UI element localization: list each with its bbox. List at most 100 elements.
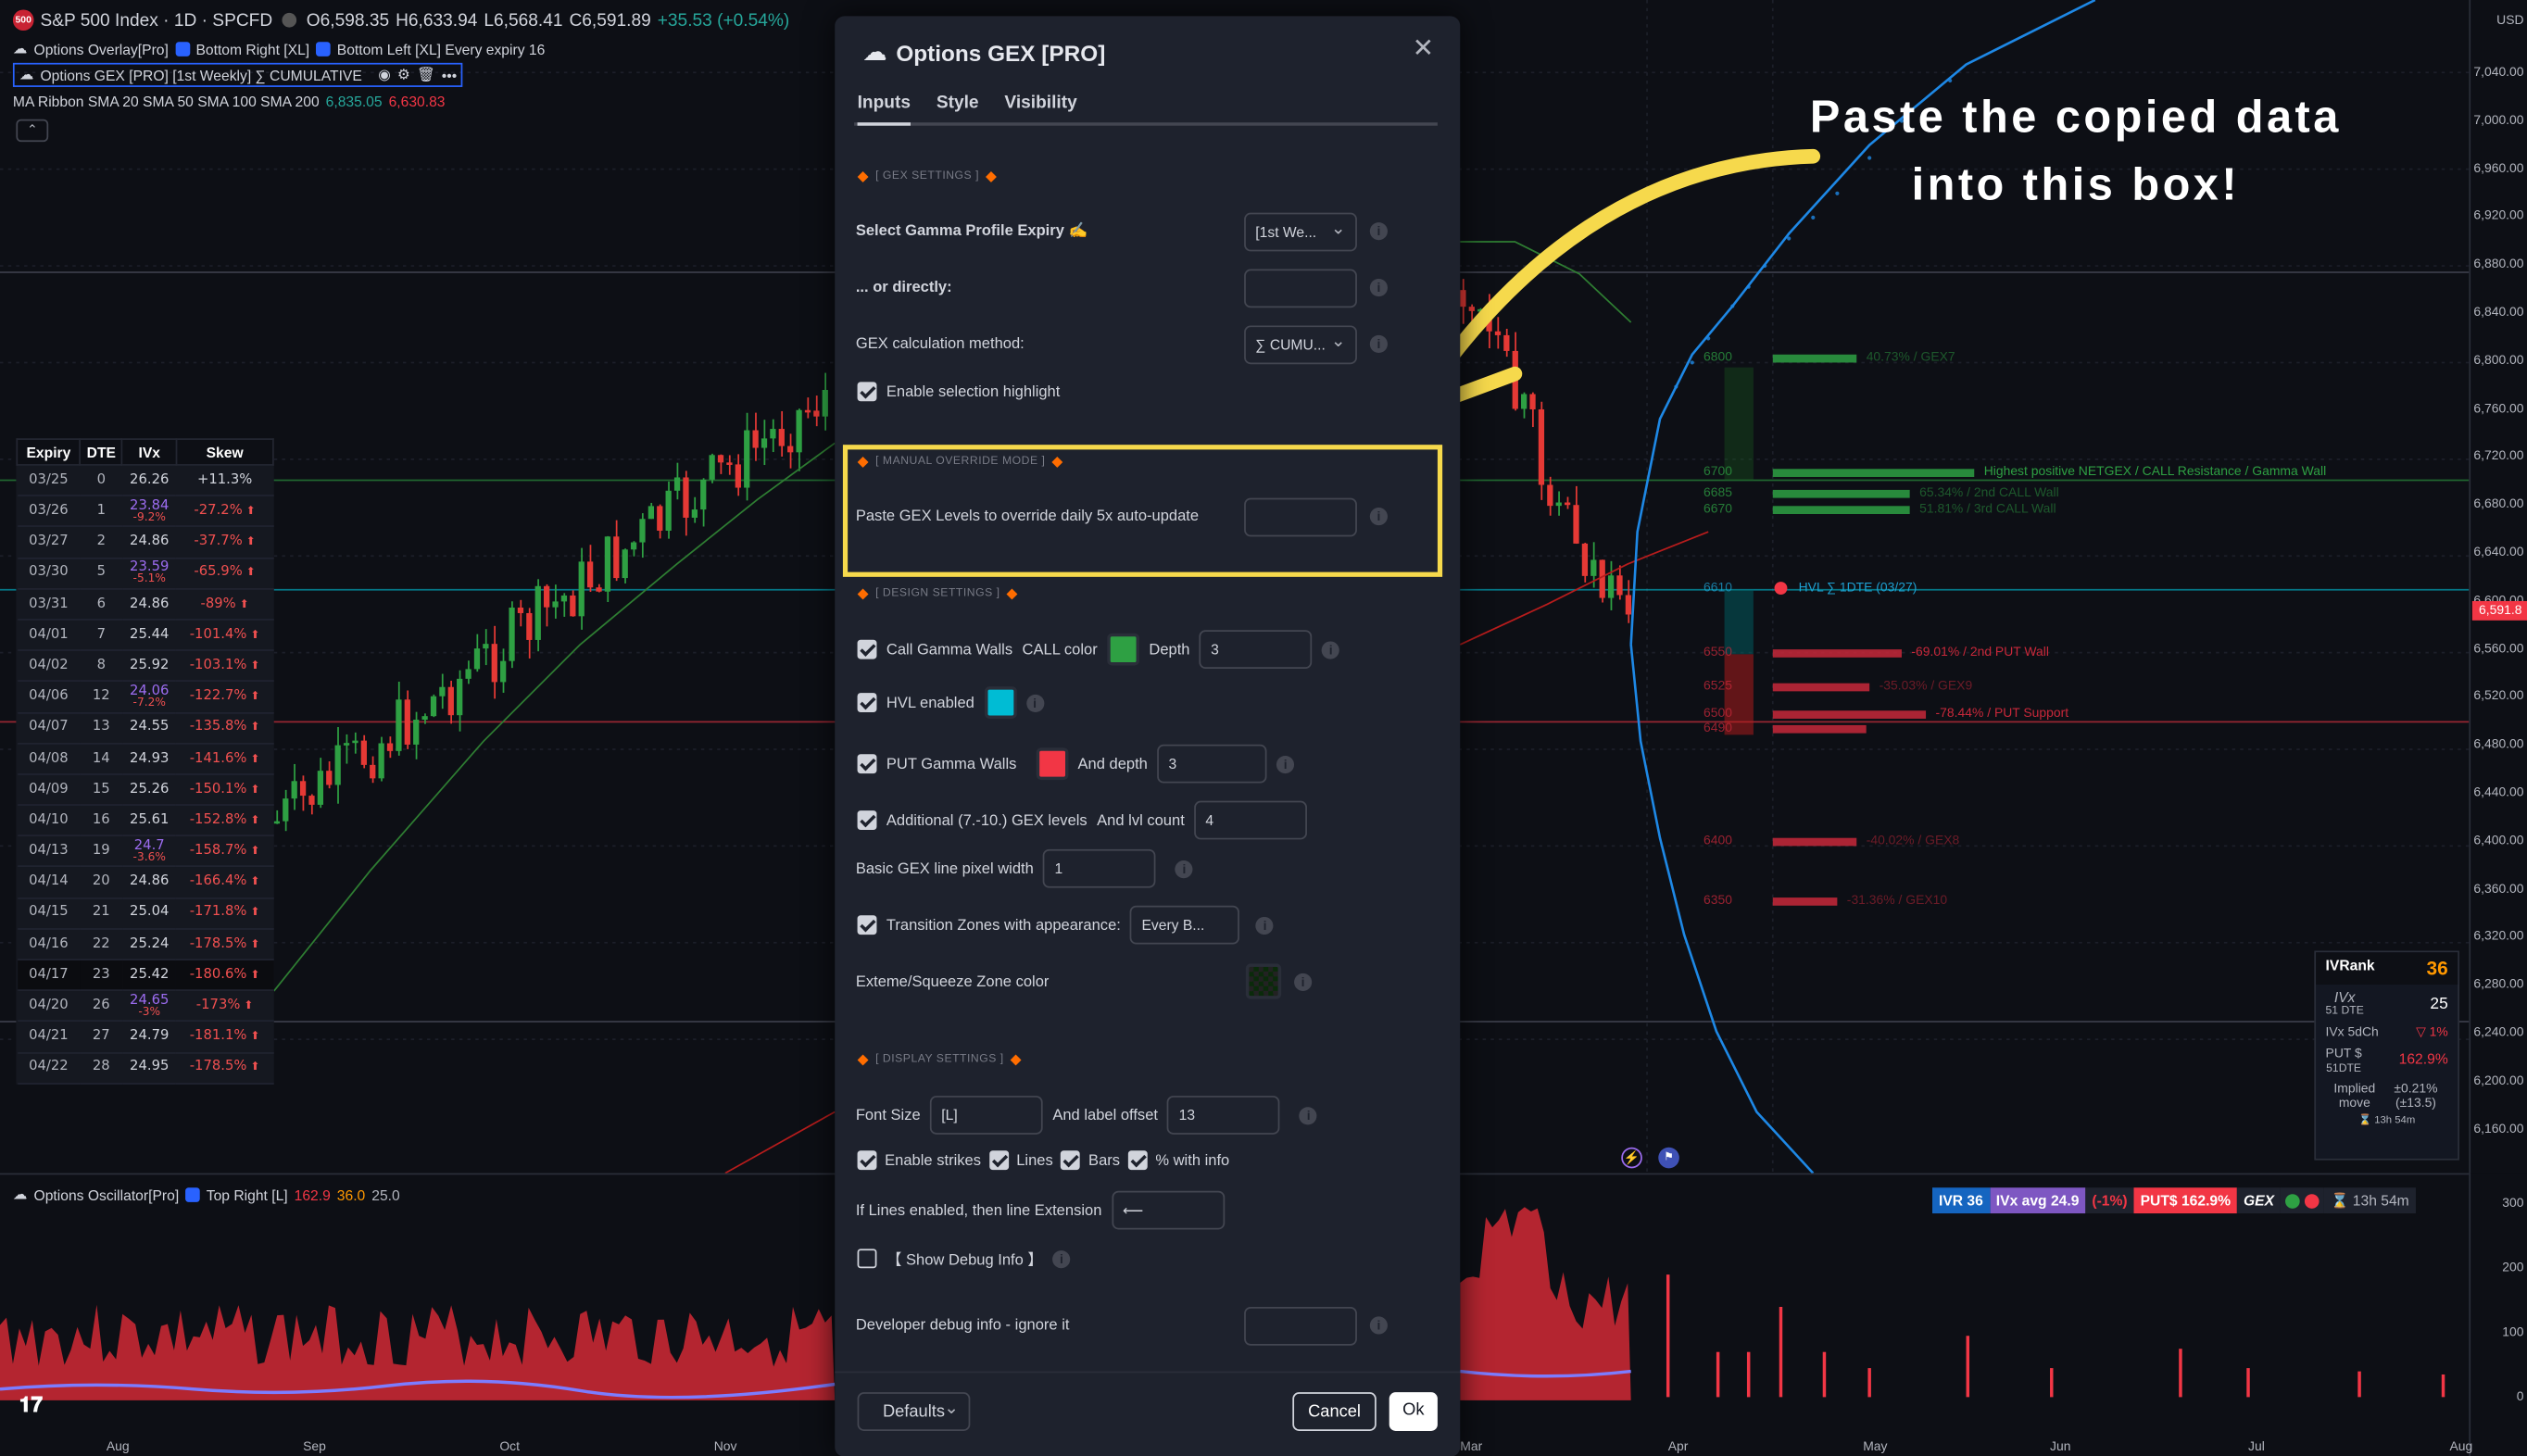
font-size-select[interactable]: [L] xyxy=(930,1096,1043,1135)
call-walls-row[interactable]: Call Gamma Walls CALL color Depth 3 i xyxy=(857,630,1340,670)
enable-highlight-checkbox[interactable] xyxy=(857,382,877,402)
pct-info-checkbox[interactable] xyxy=(1127,1150,1148,1171)
time-badge: ⌛ 13h 54m xyxy=(2323,1187,2416,1214)
transition-select[interactable]: Every B... xyxy=(1130,905,1240,945)
tab-visibility[interactable]: Visibility xyxy=(1004,90,1076,125)
info-icon[interactable]: i xyxy=(1294,973,1313,991)
gex-level-text: -78.44% / PUT Support xyxy=(1935,706,2069,721)
skew-arrow-icon: ⬆ xyxy=(246,721,260,734)
ivx-value: 24.86 xyxy=(130,533,170,550)
tab-inputs[interactable]: Inputs xyxy=(857,90,911,126)
candle-body xyxy=(1599,559,1605,598)
oscillator-axis[interactable]: 300 200 100 0 xyxy=(2469,1173,2527,1456)
skew-cell: -166.4% ⬆ xyxy=(176,866,273,899)
enable-strikes-checkbox[interactable] xyxy=(857,1150,877,1171)
candle-body xyxy=(796,409,802,453)
calc-method-select[interactable]: ∑ CUMU... xyxy=(1244,324,1357,365)
info-icon[interactable]: i xyxy=(1175,860,1194,878)
candle-body xyxy=(291,781,297,799)
overlay-name[interactable]: Options Overlay[Pro] xyxy=(34,41,169,56)
put-color-swatch[interactable] xyxy=(1036,747,1069,781)
additional-levels-row[interactable]: Additional (7.-10.) GEX levels And lvl c… xyxy=(857,800,1308,840)
ma-ribbon-name[interactable]: MA Ribbon SMA 20 SMA 50 SMA 100 SMA 200 xyxy=(13,94,320,109)
eye-icon[interactable] xyxy=(282,12,297,28)
lvl-count-input[interactable]: 4 xyxy=(1194,800,1308,840)
indicator-gex[interactable]: ☁ Options GEX [PRO] [1st Weekly] ∑ CUMUL… xyxy=(12,62,464,87)
put-walls-row[interactable]: PUT Gamma Walls And depth 3 i xyxy=(857,744,1295,784)
info-icon[interactable]: i xyxy=(1025,693,1044,712)
debug-row[interactable]: 【 Show Debug Info 】 i xyxy=(857,1248,1071,1270)
transition-row[interactable]: Transition Zones with appearance: Every … xyxy=(857,905,1275,945)
close-icon[interactable]: ✕ xyxy=(1409,35,1438,64)
ivr-time: ⌛ 13h 54m xyxy=(2358,1114,2416,1127)
put-walls-checkbox[interactable] xyxy=(857,754,877,774)
info-icon[interactable]: i xyxy=(1322,640,1340,659)
hvl-row[interactable]: HVL enabled i xyxy=(857,686,1044,719)
bars-checkbox[interactable] xyxy=(1061,1150,1081,1171)
put-depth-input[interactable]: 3 xyxy=(1157,744,1267,784)
info-icon[interactable]: i xyxy=(1300,1106,1318,1124)
info-icon[interactable]: i xyxy=(1369,222,1388,241)
skew-arrow-icon: ⬆ xyxy=(246,906,260,920)
eye-icon[interactable]: ◉ xyxy=(378,66,391,83)
ivx-cell: 25.24 xyxy=(122,928,177,960)
skew-arrow-icon: ⬆ xyxy=(246,689,260,703)
basic-width-input[interactable]: 1 xyxy=(1043,848,1157,888)
strikes-row[interactable]: Enable strikes Lines Bars % with info xyxy=(857,1150,1229,1171)
transition-checkbox[interactable] xyxy=(857,915,877,935)
table-row: 04/20 26 24.65 -3% -173% ⬆ xyxy=(17,990,273,1023)
info-icon[interactable]: i xyxy=(1369,278,1388,297)
flag-icon[interactable]: ⚑ xyxy=(1658,1147,1679,1169)
info-icon[interactable]: i xyxy=(1276,755,1295,773)
candle-body xyxy=(804,409,811,413)
extreme-color-swatch[interactable] xyxy=(1245,963,1282,999)
directly-input[interactable] xyxy=(1244,269,1357,308)
debug-checkbox[interactable] xyxy=(857,1249,877,1269)
line-extension-row[interactable]: If Lines enabled, then line Extension ⟵ xyxy=(856,1190,1225,1230)
gamma-expiry-select[interactable]: [1st We... xyxy=(1244,211,1357,252)
basic-width-row[interactable]: Basic GEX line pixel width 1 i xyxy=(856,848,1194,888)
additional-levels-checkbox[interactable] xyxy=(857,810,877,830)
more-icon[interactable]: ••• xyxy=(442,67,457,82)
skew-arrow-icon: ⬆ xyxy=(235,596,249,610)
hvl-color-swatch[interactable] xyxy=(984,686,1017,719)
lightning-icon[interactable]: ⚡ xyxy=(1621,1147,1642,1169)
font-size-row[interactable]: Font Size [L] And label offset 13 i xyxy=(856,1096,1318,1135)
dev-debug-input[interactable] xyxy=(1244,1306,1357,1346)
info-icon[interactable]: i xyxy=(1369,1316,1388,1335)
bottom-right-checkbox[interactable] xyxy=(174,42,190,56)
label-offset-input[interactable]: 13 xyxy=(1167,1096,1281,1135)
price-axis-label: 6,960.00 xyxy=(2473,160,2524,175)
price-axis-label: 6,480.00 xyxy=(2473,736,2524,752)
bottom-left-checkbox[interactable] xyxy=(316,42,331,56)
info-icon[interactable]: i xyxy=(1052,1249,1071,1268)
dte-cell: 5 xyxy=(80,558,123,590)
tab-style[interactable]: Style xyxy=(937,90,979,125)
delete-icon[interactable]: 🗑 xyxy=(417,66,435,83)
price-axis[interactable]: USD 7,040.00 7,000.00 6,960.00 6,920.00 6,88… xyxy=(2469,0,2527,1174)
depth-input[interactable]: 3 xyxy=(1199,630,1313,670)
defaults-button[interactable]: Defaults xyxy=(857,1390,971,1431)
cancel-button[interactable]: Cancel xyxy=(1292,1392,1377,1431)
call-walls-checkbox[interactable] xyxy=(857,639,877,659)
lines-checkbox[interactable] xyxy=(988,1150,1009,1171)
settings-dialog[interactable]: ☁ Options GEX [PRO] ✕ Inputs Style Visib… xyxy=(835,16,1461,1456)
candle-body xyxy=(491,644,497,683)
enable-highlight-row[interactable]: Enable selection highlight xyxy=(857,382,1060,402)
gex-indicator-name[interactable]: Options GEX [PRO] [1st Weekly] ∑ CUMULAT… xyxy=(40,67,361,82)
ok-button[interactable]: Ok xyxy=(1389,1392,1438,1431)
dte-cell: 2 xyxy=(80,526,123,559)
indicator-ma[interactable]: MA Ribbon SMA 20 SMA 50 SMA 100 SMA 200 … xyxy=(13,94,446,109)
indicator-overlay[interactable]: ☁ Options Overlay[Pro] Bottom Right [XL]… xyxy=(13,40,545,57)
info-icon[interactable]: i xyxy=(1256,916,1275,935)
ivx-cell: 25.26 xyxy=(122,773,177,807)
settings-icon[interactable]: ⚙ xyxy=(397,66,410,83)
collapse-button[interactable]: ⌃ xyxy=(16,119,49,143)
call-color-swatch[interactable] xyxy=(1107,633,1139,666)
expiry-cell: 04/09 xyxy=(17,773,81,807)
info-icon[interactable]: i xyxy=(1369,334,1388,354)
hvl-checkbox[interactable] xyxy=(857,693,877,712)
symbol-header[interactable]: 500 S&P 500 Index · 1D · SPCFD O6,598.35… xyxy=(12,9,789,31)
line-extension-select[interactable]: ⟵ xyxy=(1111,1190,1225,1230)
symbol-title[interactable]: S&P 500 Index · 1D · SPCFD xyxy=(40,10,272,30)
